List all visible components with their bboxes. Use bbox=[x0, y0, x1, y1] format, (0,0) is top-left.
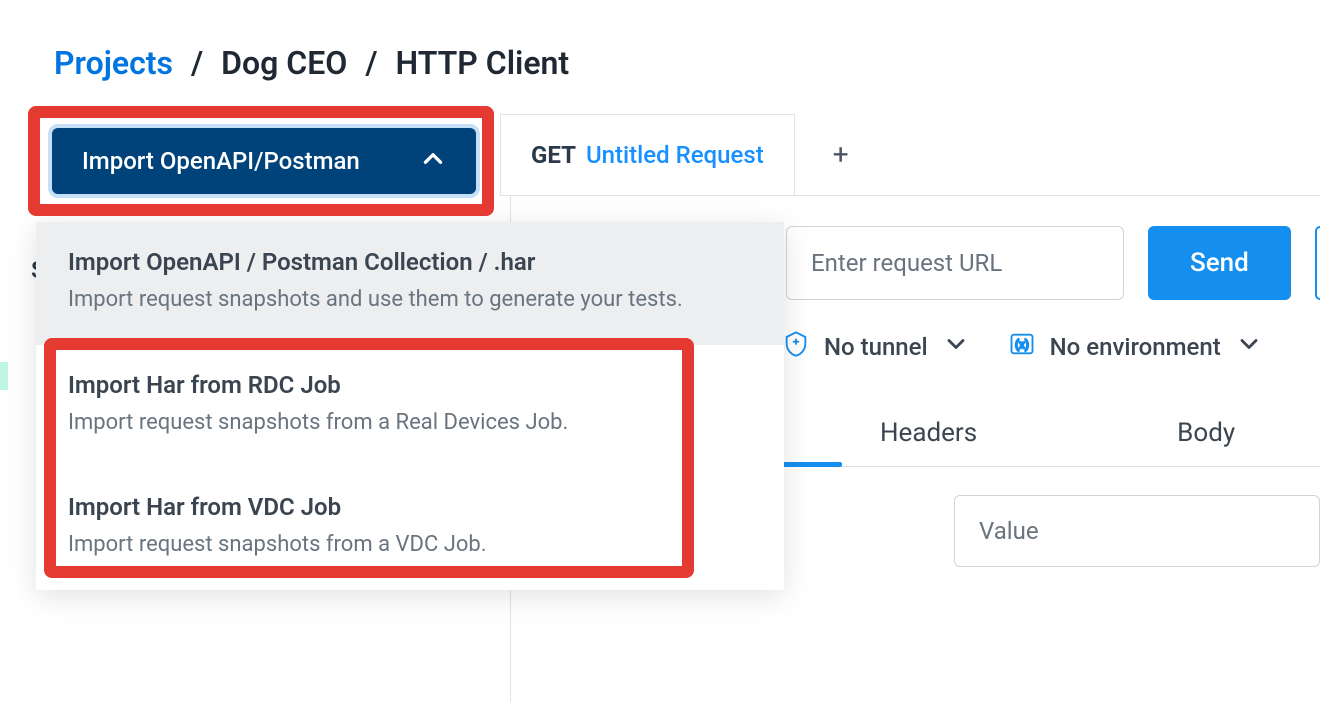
svg-text:(x): (x) bbox=[1015, 338, 1029, 352]
breadcrumb-project-name[interactable]: Dog CEO bbox=[221, 44, 347, 82]
tunnel-select[interactable]: No tunnel bbox=[782, 330, 970, 364]
send-button[interactable]: Send bbox=[1148, 226, 1291, 300]
dropdown-item-import-har-vdc[interactable]: Import Har from VDC Job Import request s… bbox=[36, 467, 784, 590]
dropdown-item-desc: Import request snapshots and use them to… bbox=[68, 286, 752, 315]
dropdown-item-import-collection[interactable]: Import OpenAPI / Postman Collection / .h… bbox=[36, 222, 784, 345]
variable-icon: (x) bbox=[1008, 330, 1036, 364]
tab-untitled-request[interactable]: GET Untitled Request bbox=[500, 114, 795, 195]
request-title-label: Untitled Request bbox=[586, 141, 764, 169]
dropdown-item-desc: Import request snapshots from a VDC Job. bbox=[68, 531, 752, 560]
breadcrumb-separator: / bbox=[191, 44, 203, 82]
dropdown-item-title: Import Har from VDC Job bbox=[68, 493, 752, 521]
chevron-down-icon bbox=[942, 330, 970, 364]
breadcrumb-projects-link[interactable]: Projects bbox=[54, 44, 173, 82]
request-tabs-bar: GET Untitled Request + bbox=[500, 114, 1320, 196]
chevron-up-icon bbox=[420, 145, 446, 177]
import-openapi-postman-button[interactable]: Import OpenAPI/Postman bbox=[48, 124, 480, 198]
subtab-headers[interactable]: Headers bbox=[780, 400, 1077, 466]
subtab-body[interactable]: Body bbox=[1077, 400, 1320, 466]
environment-label: No environment bbox=[1050, 333, 1221, 361]
new-tab-button[interactable]: + bbox=[795, 114, 887, 195]
dropdown-item-title: Import OpenAPI / Postman Collection / .h… bbox=[68, 248, 752, 276]
chevron-down-icon bbox=[1235, 330, 1263, 364]
breadcrumb: Projects / Dog CEO / HTTP Client bbox=[0, 0, 1320, 82]
dropdown-item-desc: Import request snapshots from a Real Dev… bbox=[68, 409, 752, 438]
import-button-label: Import OpenAPI/Postman bbox=[82, 147, 360, 175]
request-subtabs: Headers Body bbox=[780, 400, 1320, 467]
header-value-input[interactable]: Value bbox=[954, 495, 1320, 567]
dropdown-item-import-har-rdc[interactable]: Import Har from RDC Job Import request s… bbox=[36, 345, 784, 468]
dropdown-item-title: Import Har from RDC Job bbox=[68, 371, 752, 399]
import-dropdown-menu: Import OpenAPI / Postman Collection / .h… bbox=[36, 222, 784, 590]
shield-icon bbox=[782, 330, 810, 364]
send-dropdown-button[interactable] bbox=[1315, 226, 1320, 300]
environment-select[interactable]: (x) No environment bbox=[1008, 330, 1263, 364]
tunnel-label: No tunnel bbox=[824, 333, 928, 361]
request-method-label: GET bbox=[531, 141, 576, 169]
request-url-input[interactable]: Enter request URL bbox=[786, 226, 1124, 300]
breadcrumb-page: HTTP Client bbox=[395, 44, 569, 82]
green-edge-decoration bbox=[0, 362, 8, 390]
breadcrumb-separator: / bbox=[365, 44, 377, 82]
plus-icon: + bbox=[833, 138, 849, 171]
